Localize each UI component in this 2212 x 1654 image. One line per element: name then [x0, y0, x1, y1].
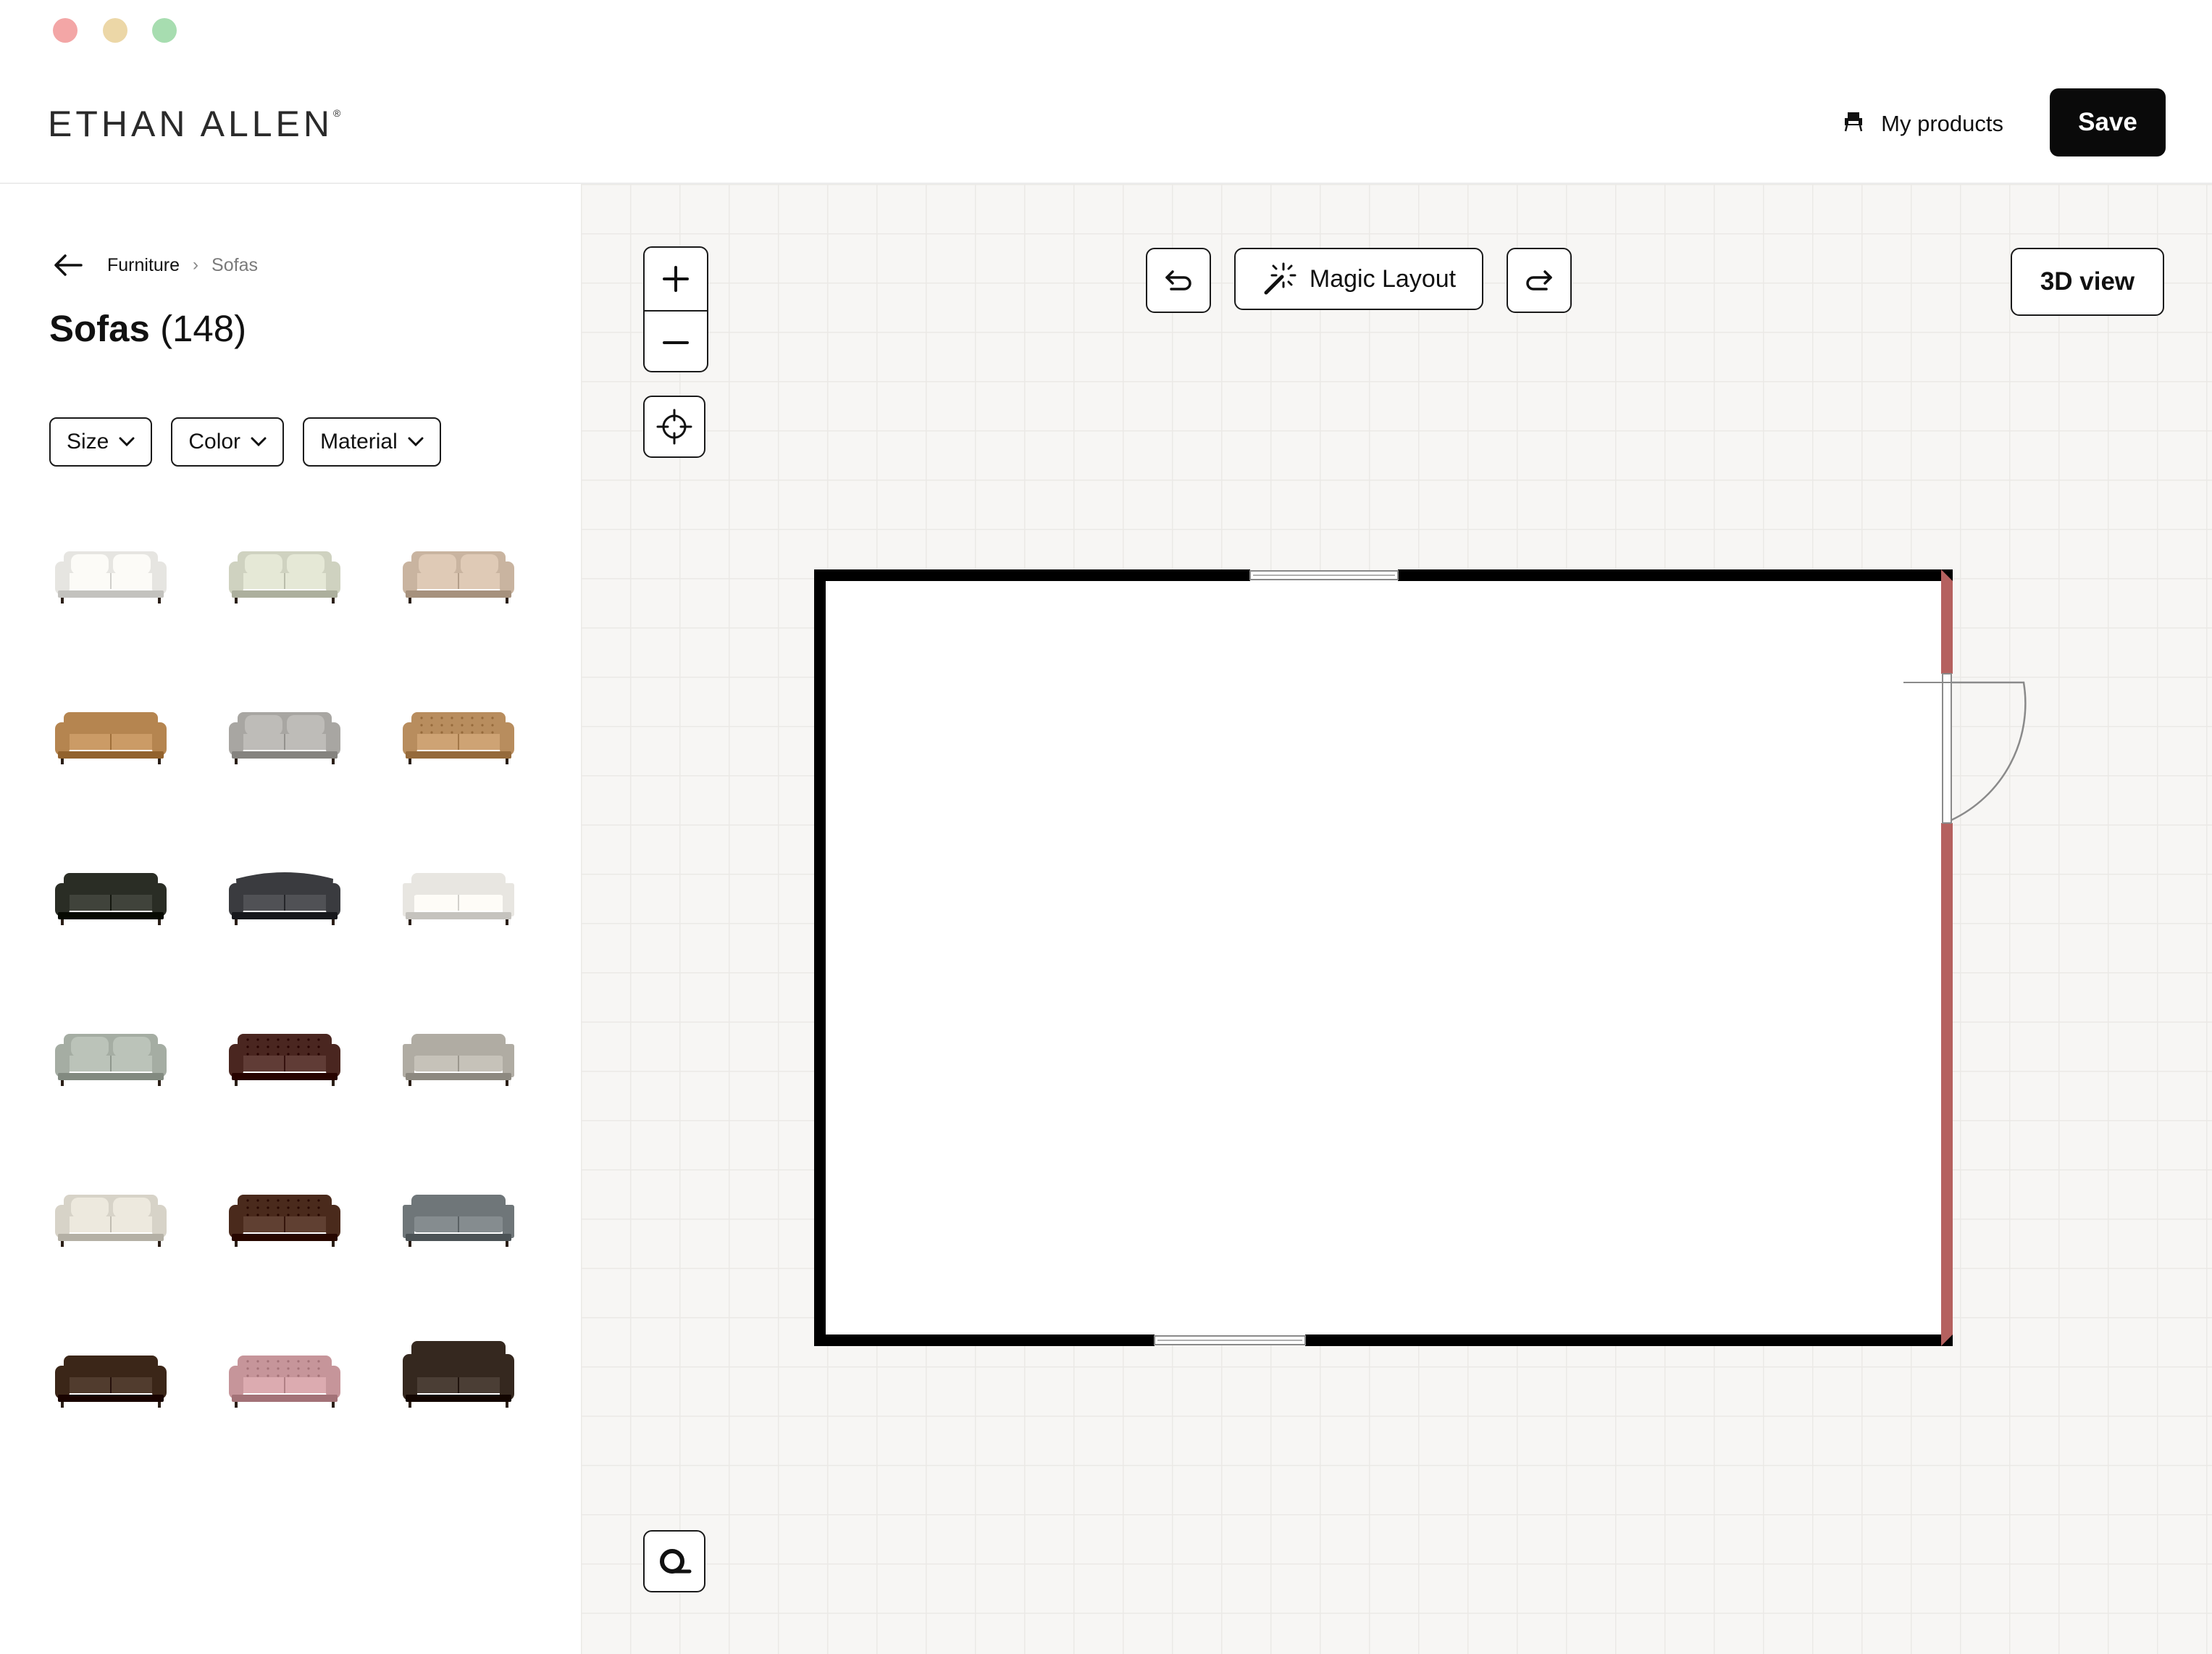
color-filter-dropdown[interactable]: Color: [171, 417, 285, 467]
product-card[interactable]: [49, 671, 172, 794]
color-filter-label: Color: [188, 430, 241, 454]
zoom-in-button[interactable]: [645, 248, 707, 310]
material-filter-dropdown[interactable]: Material: [303, 417, 441, 467]
breadcrumb: Furniture › Sofas: [51, 251, 258, 280]
sofa-thumbnail: [403, 1195, 514, 1247]
undo-button[interactable]: [1146, 248, 1211, 313]
sofa-thumbnail: [403, 873, 514, 925]
breadcrumb-separator: ›: [193, 255, 199, 275]
product-card[interactable]: [223, 1314, 346, 1437]
sofa-thumbnail: [229, 1356, 340, 1408]
product-card[interactable]: [49, 1314, 172, 1437]
redo-icon: [1526, 270, 1552, 291]
product-grid: [49, 510, 527, 1437]
arrow-left-icon[interactable]: [51, 251, 85, 280]
sofa-thumbnail: [229, 551, 340, 603]
measure-tool-button[interactable]: [643, 1530, 705, 1592]
window-maximize-button[interactable]: [152, 18, 177, 43]
floor-plan-canvas[interactable]: Magic Layout 3D view: [581, 184, 2212, 1654]
magic-layout-label: Magic Layout: [1309, 264, 1457, 293]
product-card[interactable]: [397, 1153, 520, 1277]
product-card[interactable]: [49, 510, 172, 633]
plus-icon: [663, 266, 689, 292]
crosshair-icon: [656, 409, 692, 445]
room-floor: [820, 575, 1950, 1337]
product-sidebar: Furniture › Sofas Sofas (148) Size Color…: [0, 184, 581, 1654]
room-floor-plan[interactable]: [811, 567, 2028, 1436]
tape-measure-icon: [660, 1549, 692, 1574]
product-card[interactable]: [397, 993, 520, 1116]
sofa-thumbnail: [403, 1034, 514, 1086]
breadcrumb-current: Sofas: [211, 254, 258, 275]
sofa-thumbnail: [229, 1195, 340, 1247]
product-card[interactable]: [223, 671, 346, 794]
size-filter-label: Size: [67, 430, 109, 454]
product-card[interactable]: [223, 1153, 346, 1277]
product-card[interactable]: [223, 510, 346, 633]
recenter-button[interactable]: [643, 396, 705, 458]
sofa-thumbnail: [403, 551, 514, 603]
sofa-thumbnail: [403, 1341, 514, 1408]
undo-icon: [1165, 270, 1191, 291]
sofa-thumbnail: [55, 1034, 167, 1086]
magic-wand-icon: [1264, 262, 1296, 295]
chevron-down-icon: [119, 437, 135, 447]
chevron-down-icon: [251, 437, 267, 447]
my-products-label: My products: [1881, 111, 2003, 136]
window-minimize-button[interactable]: [103, 18, 127, 43]
sofa-thumbnail: [55, 1195, 167, 1247]
category-count: (148): [160, 308, 247, 349]
product-card[interactable]: [223, 832, 346, 955]
app-header: ETHAN ALLEN® My products Save: [0, 72, 2212, 184]
window-top[interactable]: [1249, 570, 1399, 580]
save-button[interactable]: Save: [2050, 88, 2166, 156]
product-card[interactable]: [223, 993, 346, 1116]
zoom-controls: [643, 246, 708, 372]
breadcrumb-furniture-link[interactable]: Furniture: [107, 255, 180, 276]
window-close-button[interactable]: [53, 18, 77, 43]
sofa-thumbnail: [229, 872, 340, 925]
product-card[interactable]: [397, 671, 520, 794]
sofa-thumbnail: [229, 712, 340, 764]
brand-logo[interactable]: ETHAN ALLEN®: [48, 103, 340, 145]
armchair-icon: [1842, 109, 1865, 138]
page-title: Sofas (148): [49, 307, 246, 350]
redo-button[interactable]: [1507, 248, 1572, 313]
window-bottom[interactable]: [1154, 1335, 1306, 1345]
3d-view-button[interactable]: 3D view: [2011, 248, 2164, 316]
size-filter-dropdown[interactable]: Size: [49, 417, 153, 467]
sofa-thumbnail: [403, 712, 514, 764]
product-card[interactable]: [49, 832, 172, 955]
magic-layout-button[interactable]: Magic Layout: [1234, 248, 1483, 310]
my-products-button[interactable]: My products: [1842, 106, 2003, 142]
sofa-thumbnail: [229, 1034, 340, 1086]
product-card[interactable]: [49, 993, 172, 1116]
category-title: Sofas: [49, 308, 150, 349]
filter-bar: Size Color Material: [49, 417, 441, 467]
product-card[interactable]: [49, 1153, 172, 1277]
material-filter-label: Material: [320, 430, 398, 454]
sofa-thumbnail: [55, 873, 167, 925]
product-card[interactable]: [397, 510, 520, 633]
sofa-thumbnail: [55, 551, 167, 603]
zoom-out-button[interactable]: [645, 312, 707, 374]
product-card[interactable]: [397, 1314, 520, 1437]
product-card[interactable]: [397, 832, 520, 955]
minus-icon: [663, 341, 689, 344]
sofa-thumbnail: [55, 1356, 167, 1408]
sofa-thumbnail: [55, 712, 167, 764]
chevron-down-icon: [408, 437, 424, 447]
